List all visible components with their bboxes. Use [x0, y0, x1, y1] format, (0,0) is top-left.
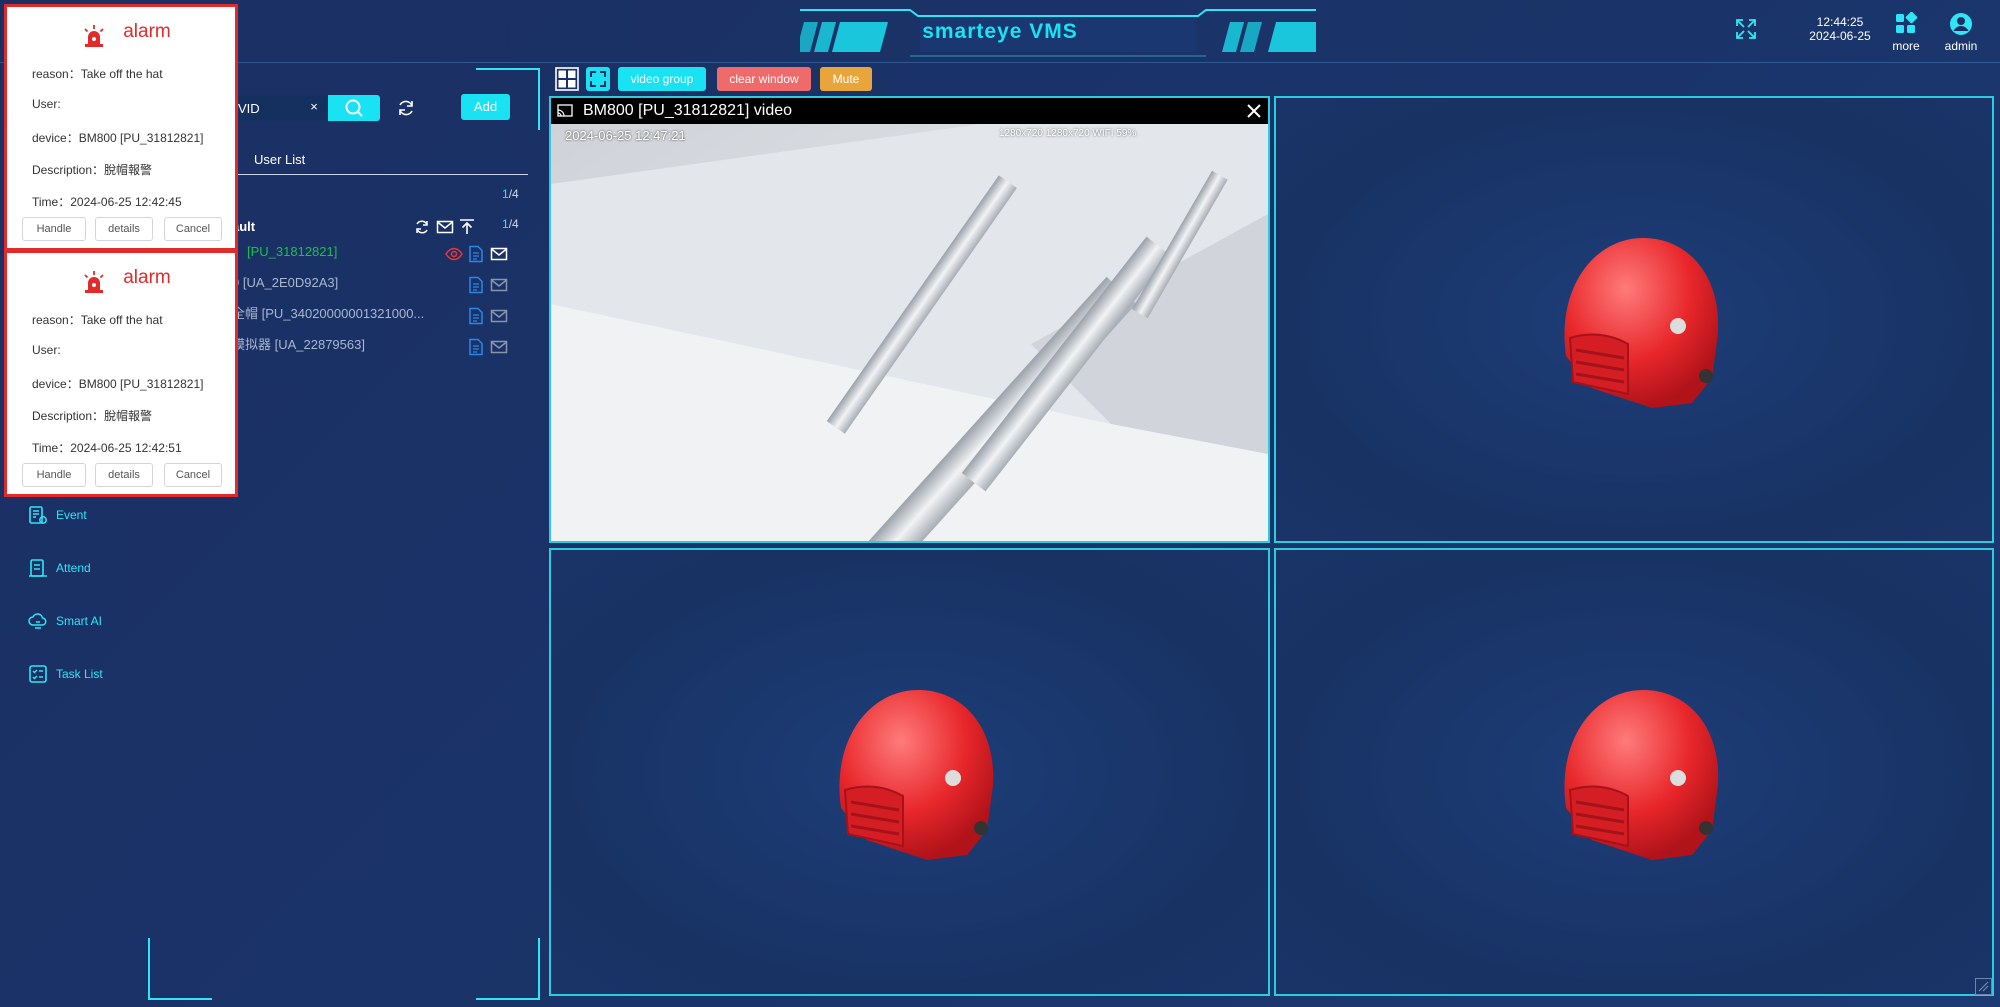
- video-timestamp: 2024-06-25 12:47:21: [565, 128, 686, 143]
- helmet-placeholder-icon: [1564, 689, 1719, 860]
- message-icon[interactable]: [490, 245, 508, 263]
- alarm-description: Description：脫帽報警: [32, 409, 153, 423]
- group-refresh-icon[interactable]: [413, 218, 431, 236]
- nav-item-event[interactable]: Event: [28, 502, 168, 528]
- alarm-cancel-button[interactable]: Cancel: [164, 463, 222, 487]
- resize-corner-icon[interactable]: [1975, 978, 1992, 995]
- device-count-group: 1/4: [502, 217, 519, 231]
- document-icon[interactable]: [467, 307, 485, 325]
- tab-divider: [236, 174, 528, 175]
- message-icon[interactable]: [490, 338, 508, 356]
- video-window-active[interactable]: BM800 [PU_31812821] video 2024-06-25 12:…: [549, 96, 1270, 543]
- mute-button[interactable]: Mute: [820, 67, 872, 91]
- user-menu-button[interactable]: admin: [1938, 12, 1984, 53]
- app-title: smarteye VMS: [922, 20, 1078, 43]
- video-status-overlay: 1280x720 1280x720 WIFI 59%: [999, 128, 1137, 139]
- nav-label: Smart AI: [56, 614, 103, 628]
- alarm-cancel-button[interactable]: Cancel: [164, 217, 222, 241]
- device-name: 全帽 [PU_34020000001321000...: [232, 306, 425, 321]
- more-button[interactable]: more: [1886, 12, 1926, 53]
- alarm-time: Time：2024-06-25 12:42:51: [32, 441, 182, 455]
- video-window-empty[interactable]: [1274, 548, 1994, 996]
- group-upload-icon[interactable]: [458, 218, 476, 236]
- preview-eye-icon[interactable]: [445, 245, 463, 263]
- alarm-description: Description：脫帽報警: [32, 163, 153, 177]
- more-label: more: [1892, 39, 1920, 53]
- nav-item-smart-ai[interactable]: Smart AI: [28, 608, 168, 634]
- fullscreen-icon[interactable]: [1733, 16, 1759, 42]
- device-row[interactable]: 全帽 [PU_34020000001321000...: [232, 304, 424, 324]
- alarm-handle-button[interactable]: Handle: [22, 217, 86, 241]
- document-icon[interactable]: [467, 338, 485, 356]
- alarm-time: Time：2024-06-25 12:42:45: [32, 195, 182, 209]
- alarm-device: device：BM800 [PU_31812821]: [32, 377, 204, 391]
- nav-item-attend[interactable]: Attend: [28, 555, 168, 581]
- alarm-details-button[interactable]: details: [95, 463, 153, 487]
- nav-label: Attend: [56, 561, 91, 575]
- video-window-empty[interactable]: [1274, 96, 1994, 543]
- close-icon[interactable]: [1245, 102, 1263, 120]
- panel-corner-decoration: [476, 938, 540, 1000]
- message-icon[interactable]: [490, 307, 508, 325]
- alarm-reason: reason：Take off the hat: [32, 313, 163, 327]
- message-icon[interactable]: [490, 276, 508, 294]
- add-device-button[interactable]: Add: [461, 94, 510, 120]
- cast-icon: [557, 104, 573, 117]
- clock-time: 12:44:25: [1816, 15, 1864, 29]
- video-window-empty[interactable]: [549, 548, 1270, 996]
- video-title: BM800 [PU_31812821] video: [583, 102, 793, 119]
- clear-window-button[interactable]: clear window: [717, 67, 811, 91]
- device-count-total: 1/4: [502, 187, 519, 201]
- video-group-button[interactable]: video group: [618, 67, 706, 91]
- tab-user-list[interactable]: User List: [254, 152, 305, 167]
- alarm-title: alarm: [123, 267, 171, 288]
- device-row[interactable]: 模拟器 [UA_22879563]: [232, 335, 365, 355]
- alarm-title: alarm: [123, 21, 171, 42]
- device-row[interactable]: [PU_31812821]: [232, 242, 337, 262]
- fit-screen-icon[interactable]: [586, 67, 610, 91]
- grid-apps-icon: [1896, 12, 1918, 33]
- alarm-popup: alarm reason：Take off the hat User: devi…: [4, 4, 238, 251]
- document-icon[interactable]: [467, 276, 485, 294]
- camera-feed-image: [551, 124, 1268, 541]
- panel-corner-decoration: [148, 938, 212, 1000]
- clock: 12:44:25 2024-06-25: [1800, 15, 1880, 43]
- task-list-icon: [29, 665, 47, 683]
- smart-ai-icon: [28, 613, 47, 629]
- helmet-placeholder-icon: [839, 689, 994, 860]
- search-icon: [345, 99, 363, 117]
- alarm-handle-button[interactable]: Handle: [22, 463, 86, 487]
- search-clear-button[interactable]: ×: [306, 99, 322, 117]
- alarm-details-button[interactable]: details: [95, 217, 153, 241]
- alarm-popup: alarm reason：Take off the hat User: devi…: [4, 250, 238, 497]
- device-name: 模拟器 [UA_22879563]: [232, 337, 365, 352]
- clock-date: 2024-06-25: [1809, 29, 1871, 43]
- device-name: [PU_31812821]: [247, 244, 338, 259]
- document-icon[interactable]: [467, 245, 485, 263]
- alarm-device: device：BM800 [PU_31812821]: [32, 131, 204, 145]
- search-button[interactable]: [328, 95, 380, 121]
- layout-grid-icon[interactable]: [555, 67, 579, 91]
- group-message-icon[interactable]: [436, 218, 454, 236]
- attend-icon: [29, 559, 47, 577]
- nav-item-task-list[interactable]: Task List: [28, 661, 168, 687]
- alarm-reason: reason：Take off the hat: [32, 67, 163, 81]
- user-avatar-icon: [1950, 13, 1972, 35]
- nav-label: Task List: [56, 667, 103, 681]
- refresh-icon[interactable]: [396, 98, 416, 118]
- alarm-user: User:: [32, 97, 61, 111]
- user-label: admin: [1944, 39, 1978, 53]
- event-icon: [29, 506, 47, 524]
- alarm-user: User:: [32, 343, 61, 357]
- nav-label: Event: [56, 508, 87, 522]
- helmet-placeholder-icon: [1564, 237, 1719, 408]
